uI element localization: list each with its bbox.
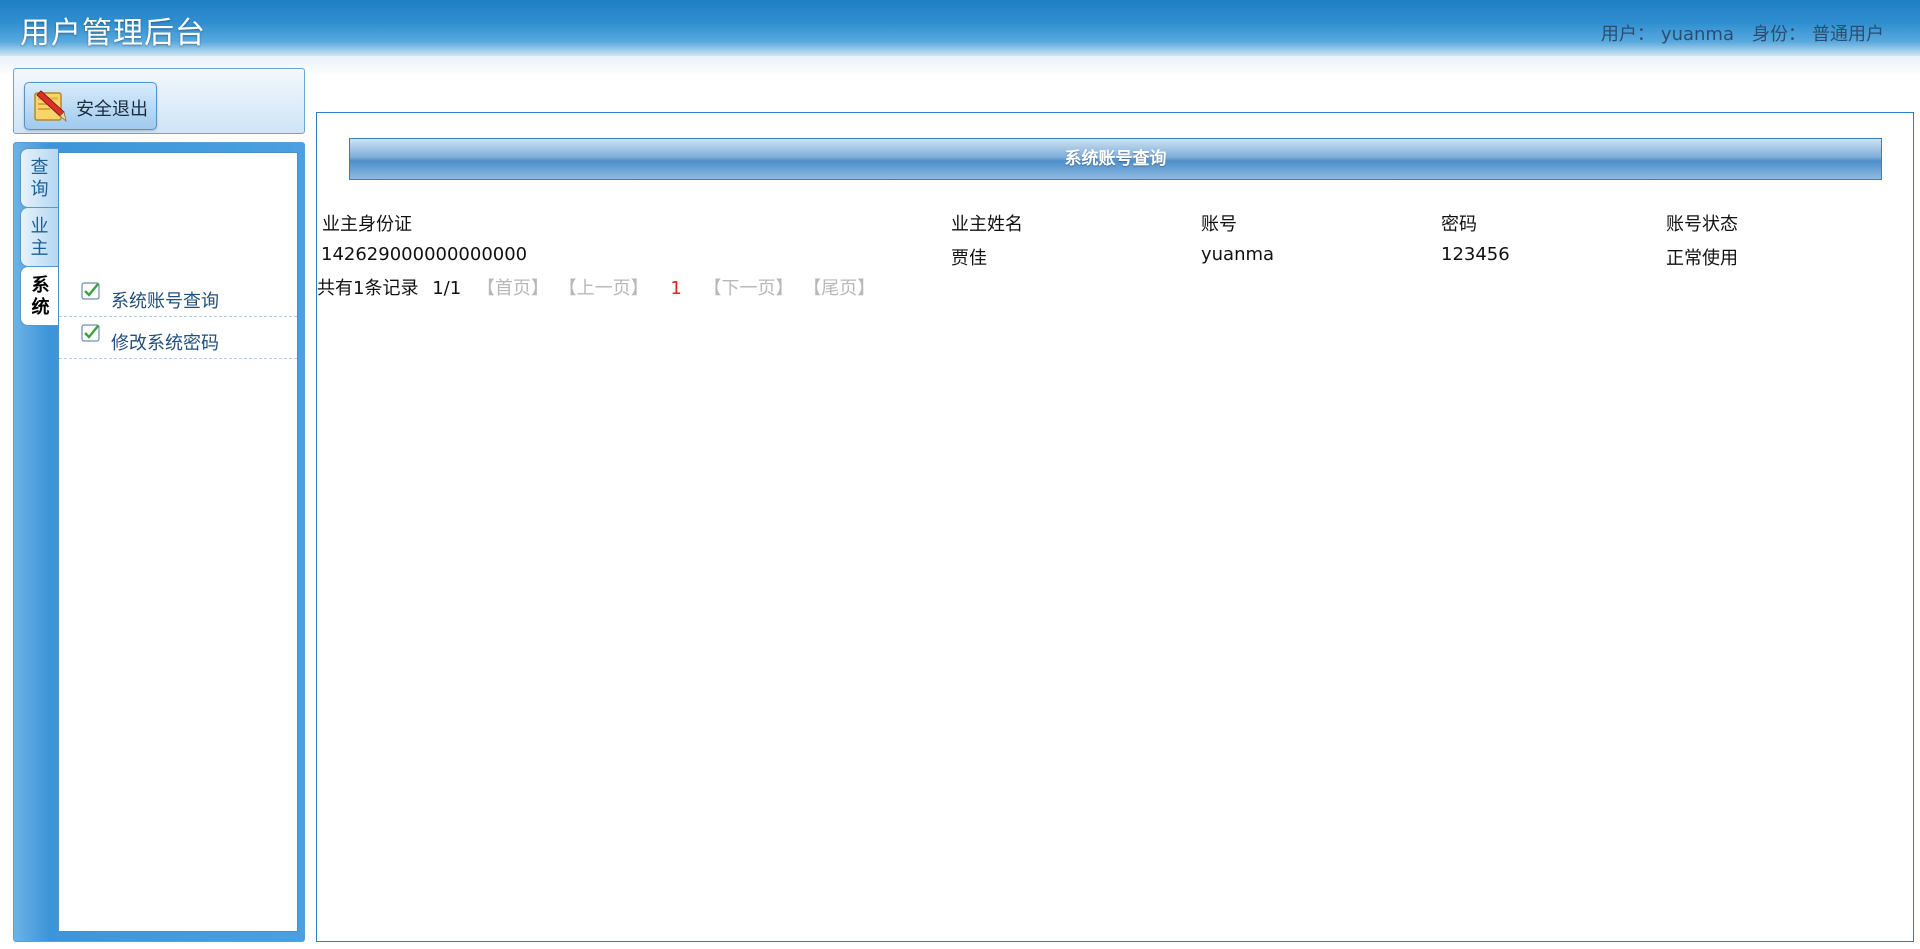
menu-item-account-query[interactable]: 系统账号查询 — [59, 275, 297, 317]
cell-owner-id: 142629000000000000 — [321, 244, 528, 265]
column-header-owner-name: 业主姓名 — [951, 214, 1023, 235]
main-content: 系统账号查询 业主身份证 业主姓名 账号 密码 账号状态 14262900000… — [316, 112, 1914, 942]
logout-panel: 安全退出 — [13, 68, 305, 134]
sidebar-menu: 查询 业主 系统 系统账号查询 修改系统密码 — [13, 142, 305, 942]
top-header: 用户管理后台 用户： yuanma 身份： 普通用户 — [0, 0, 1920, 56]
column-header-password: 密码 — [1441, 214, 1477, 235]
checkbox-icon — [81, 282, 100, 300]
prev-page-link[interactable]: 【上一页】 — [559, 278, 649, 299]
logout-label: 安全退出 — [76, 99, 148, 120]
user-label: 用户： — [1600, 24, 1655, 45]
pencil-paper-icon — [34, 90, 67, 123]
first-page-link[interactable]: 【首页】 — [477, 278, 549, 299]
role-value: 普通用户 — [1812, 24, 1884, 45]
menu-item-label: 系统账号查询 — [111, 291, 219, 312]
tab-system[interactable]: 系统 — [20, 266, 60, 326]
cell-owner-name: 贾佳 — [951, 248, 987, 269]
menu-item-change-password[interactable]: 修改系统密码 — [59, 317, 297, 359]
tab-system-label: 系统 — [31, 275, 50, 318]
menu-content: 系统账号查询 修改系统密码 — [58, 152, 298, 932]
role-label: 身份： — [1752, 24, 1806, 45]
column-header-account: 账号 — [1201, 214, 1237, 235]
next-page-link[interactable]: 【下一页】 — [704, 278, 794, 299]
pagination: 共有1条记录 1/1 【首页】 【上一页】 1 【下一页】 【尾页】 — [317, 274, 877, 300]
last-page-link[interactable]: 【尾页】 — [803, 278, 875, 299]
cell-account: yuanma — [1201, 244, 1275, 265]
logout-button[interactable]: 安全退出 — [24, 82, 157, 130]
tab-query-label: 查询 — [30, 157, 49, 200]
tab-owner-label: 业主 — [30, 216, 49, 259]
tab-owner[interactable]: 业主 — [20, 207, 58, 267]
tab-query[interactable]: 查询 — [20, 148, 58, 208]
current-page-link[interactable]: 1 — [670, 278, 681, 299]
username: yuanma — [1660, 24, 1734, 45]
column-header-status: 账号状态 — [1666, 214, 1738, 235]
page-info: 1/1 — [432, 278, 462, 299]
menu-item-label: 修改系统密码 — [111, 333, 219, 354]
cell-status: 正常使用 — [1666, 248, 1738, 269]
app-title: 用户管理后台 — [20, 16, 206, 51]
record-count: 共有1条记录 — [317, 278, 419, 299]
checkbox-icon — [81, 324, 100, 342]
section-title: 系统账号查询 — [349, 138, 1882, 180]
user-info: 用户： yuanma 身份： 普通用户 — [1601, 20, 1890, 46]
cell-password: 123456 — [1441, 244, 1510, 265]
column-header-owner-id: 业主身份证 — [322, 214, 412, 235]
